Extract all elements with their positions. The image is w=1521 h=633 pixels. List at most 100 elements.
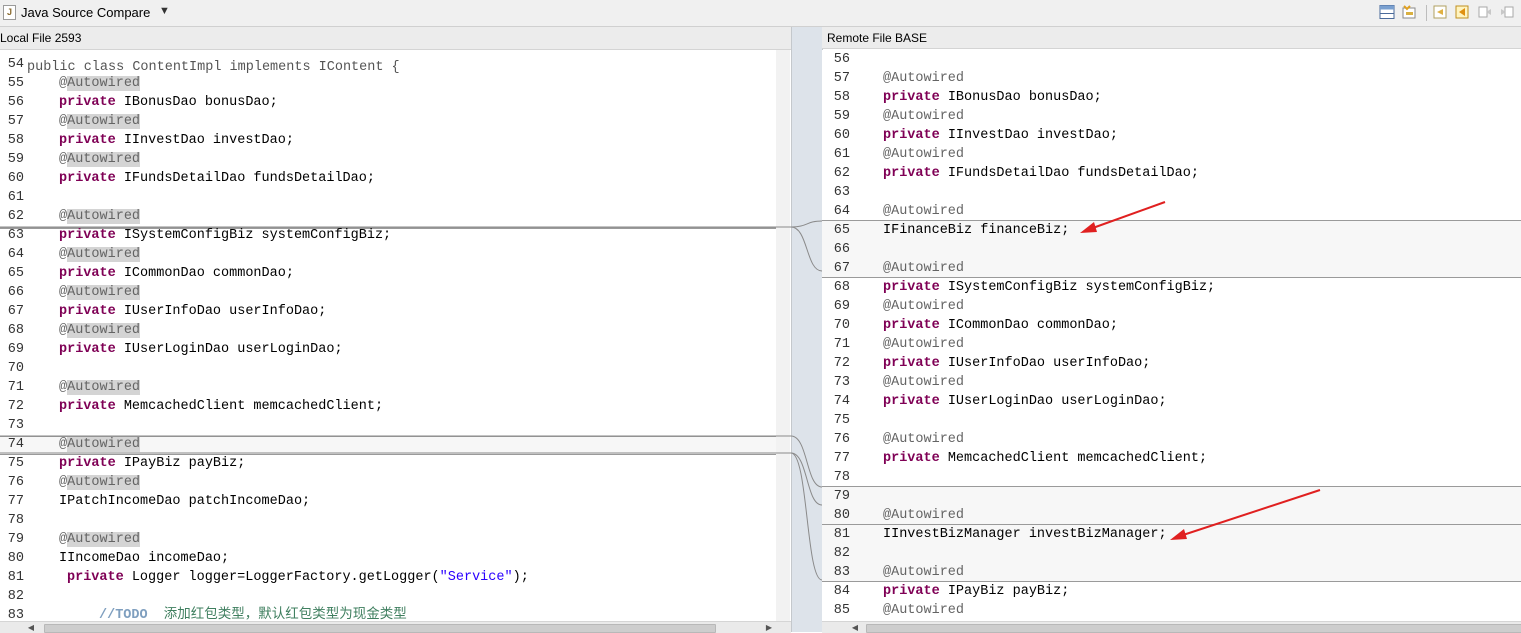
left-vertical-scrollbar[interactable] (776, 50, 790, 621)
line-number: 73 (833, 375, 850, 390)
keyword-private: private (883, 280, 948, 295)
field-declaration: IPayBiz payBiz; (123, 456, 246, 471)
code-line: 82 (822, 544, 1521, 563)
keyword-private: private (883, 584, 948, 599)
annotation: @Autowired (59, 475, 141, 490)
line-number: 67 (833, 261, 850, 276)
keyword-private: private (67, 570, 132, 585)
keyword-private: private (883, 90, 948, 105)
line-number: 82 (7, 589, 24, 604)
triangle-down-icon[interactable]: ▼ (159, 5, 170, 17)
left-horizontal-scrollbar[interactable]: ◀ ▶ (0, 621, 791, 633)
code-line: 73 (0, 416, 776, 435)
copy-current-left-icon[interactable] (1454, 4, 1470, 20)
code-line: 71 @Autowired (822, 335, 1521, 354)
code-text: @Autowired (883, 506, 964, 525)
left-editor[interactable]: public class ContentImpl implements ICon… (0, 50, 776, 621)
field-declaration: IIncomeDao incomeDao; (59, 551, 230, 566)
code-text: @Autowired (59, 207, 141, 226)
code-line: 56 (822, 50, 1521, 69)
annotation-at-sign: @ (59, 532, 68, 547)
code-line: 72 private MemcachedClient memcachedClien… (0, 397, 776, 416)
code-line: 68 @Autowired (0, 321, 776, 340)
annotation: @Autowired (883, 375, 965, 390)
annotation: @Autowired (59, 437, 141, 452)
field-declaration: ISystemConfigBiz systemConfigBiz; (123, 228, 392, 243)
code-text: IIncomeDao incomeDao; (59, 549, 229, 568)
annotation-name: Autowired (67, 475, 141, 490)
field-declaration: IPatchIncomeDao patchIncomeDao; (59, 494, 311, 509)
code-line: 62 @Autowired (0, 207, 776, 226)
annotation-at-sign: @ (59, 152, 68, 167)
line-number: 55 (7, 76, 24, 91)
line-number: 69 (833, 299, 850, 314)
toolbar-separator (1426, 5, 1427, 21)
code-line: 85 @Autowired (822, 601, 1521, 620)
code-line: 77 private MemcachedClient memcachedClien… (822, 449, 1521, 468)
line-number: 65 (7, 266, 24, 281)
code-line: 60 private IInvestDao investDao; (822, 126, 1521, 145)
code-line: 63 private ISystemConfigBiz systemConfigB… (0, 226, 776, 245)
annotation: @Autowired (59, 380, 141, 395)
code-line: 54 (0, 55, 776, 74)
line-number: 71 (833, 337, 850, 352)
annotation: @Autowired (59, 76, 141, 91)
keyword-private: private (59, 456, 124, 471)
annotation: @Autowired (883, 603, 965, 618)
right-pane-title: Remote File BASE (827, 31, 928, 45)
scroll-right-arrow[interactable]: ▶ (762, 622, 776, 633)
ignore-whitespace-icon[interactable] (1401, 4, 1417, 20)
right-horizontal-scrollbar[interactable]: ◀ (822, 621, 1521, 633)
code-line: 64 @Autowired (0, 245, 776, 264)
code-line: 79 @Autowired (0, 530, 776, 549)
annotation: @Autowired (59, 532, 141, 547)
line-number: 83 (833, 565, 850, 580)
right-editor[interactable]: 56 57 @Autowired 58 private IBonusDao bonusD… (822, 50, 1521, 621)
annotation-name: Autowired (67, 437, 141, 452)
line-number: 75 (833, 413, 850, 428)
code-line: 79 (822, 487, 1521, 506)
layout-horizontal-icon[interactable] (1379, 4, 1395, 20)
code-text: @Autowired (59, 321, 141, 340)
field-declaration: IUserLoginDao userLoginDao; (947, 394, 1167, 409)
right-pane-header: Remote File BASE (822, 27, 1521, 49)
code-text: @Autowired (59, 74, 141, 93)
line-number: 63 (7, 228, 24, 243)
scroll-left-arrow-right-pane[interactable]: ◀ (848, 622, 862, 633)
line-number: 65 (833, 223, 850, 238)
code-line: 65 private ICommonDao commonDao; (0, 264, 776, 283)
code-text: @Autowired (883, 202, 964, 221)
code-line: 55 @Autowired (0, 74, 776, 93)
code-line: 56 private IBonusDao bonusDao; (0, 93, 776, 112)
code-line: 67 private IUserInfoDao userInfoDao; (0, 302, 776, 321)
code-text: private ICommonDao commonDao; (59, 264, 294, 283)
line-number: 74 (7, 437, 24, 452)
code-line: 80 @Autowired (822, 506, 1521, 525)
copy-all-left-icon[interactable] (1432, 4, 1448, 20)
next-diff-icon[interactable] (1477, 4, 1493, 20)
line-number: 73 (7, 418, 24, 433)
line-number: 66 (7, 285, 24, 300)
line-number: 68 (7, 323, 24, 338)
field-declaration: IBonusDao bonusDao; (947, 90, 1102, 105)
code-text: private IFundsDetailDao fundsDetailDao; (883, 164, 1199, 183)
field-declaration: IFundsDetailDao fundsDetailDao; (123, 171, 375, 186)
code-line: 60 private IFundsDetailDao fundsDetailDao… (0, 169, 776, 188)
editor-title: Java Source Compare (21, 5, 151, 20)
line-number: 58 (7, 133, 24, 148)
keyword-private: private (59, 228, 124, 243)
keyword-private: private (883, 166, 948, 181)
code-line: 57 @Autowired (0, 112, 776, 131)
annotation-name: Autowired (67, 76, 141, 91)
code-line: 75 (822, 411, 1521, 430)
annotation-name: Autowired (67, 380, 141, 395)
code-text: IPatchIncomeDao patchIncomeDao; (59, 492, 310, 511)
code-line: 69 private IUserLoginDao userLoginDao; (0, 340, 776, 359)
line-number: 79 (7, 532, 24, 547)
scroll-left-arrow[interactable]: ◀ (24, 622, 38, 633)
field-declaration: IUserLoginDao userLoginDao; (123, 342, 343, 357)
code-text: @Autowired (883, 297, 964, 316)
code-text: @Autowired (59, 150, 141, 169)
code-text: @Autowired (883, 335, 964, 354)
prev-diff-icon[interactable] (1499, 4, 1515, 20)
